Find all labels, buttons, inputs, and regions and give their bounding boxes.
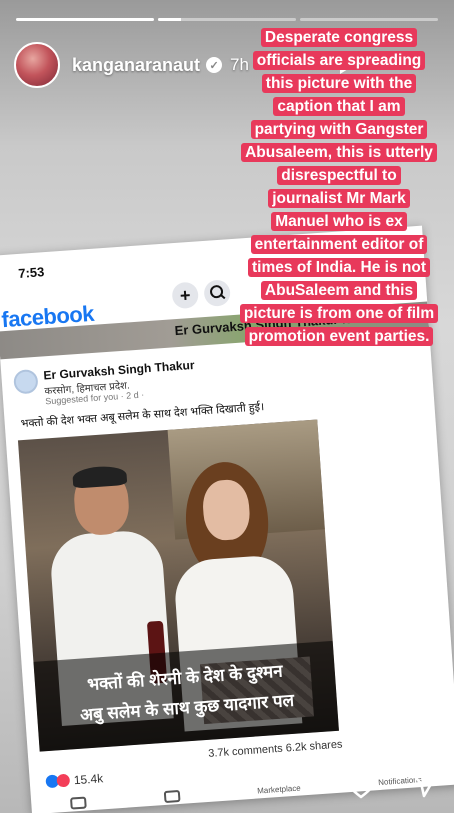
send-icon[interactable]	[408, 769, 440, 799]
love-icon	[56, 773, 71, 788]
caption-line-text: Abusaleem, this is utterly	[241, 143, 437, 162]
progress-segment	[158, 18, 296, 21]
username[interactable]: kanganaranaut	[72, 55, 200, 76]
progress-fill	[158, 18, 182, 21]
caption-line-text: promotion event parties.	[244, 327, 434, 346]
caption-line: times of India. He is not	[228, 256, 450, 279]
caption-line-text: entertainment editor of	[250, 235, 428, 254]
caption-line-text: Manuel who is ex	[271, 212, 407, 231]
caption-line: officials are spreading	[228, 49, 450, 72]
caption-line: picture is from one of film	[228, 302, 450, 325]
comments-count: 3.7k comments	[207, 742, 284, 760]
caption-line: this picture with the	[228, 72, 450, 95]
story-progress	[16, 18, 438, 21]
caption-line: partying with Gangster	[228, 118, 450, 141]
story-actions	[344, 769, 440, 799]
story-view: kanganaranaut ✓ 7h ••• 7:53 5G facebook …	[0, 0, 454, 813]
caption-line: Abusaleem, this is utterly	[228, 141, 450, 164]
caption-line-text: caption that I am	[273, 97, 405, 116]
plus-icon: +	[171, 281, 200, 310]
reaction-count: 15.4k	[45, 771, 104, 789]
caption-line-text: officials are spreading	[252, 51, 426, 70]
progress-segment	[300, 18, 438, 21]
caption-line: AbuSaleem and this	[228, 279, 450, 302]
caption-line: entertainment editor of	[228, 233, 450, 256]
caption-line-text: Desperate congress	[260, 28, 418, 47]
caption-line: promotion event parties.	[228, 325, 450, 348]
caption-line-text: partying with Gangster	[250, 120, 428, 139]
caption-line: caption that I am	[228, 95, 450, 118]
shares-count: 6.2k shares	[285, 738, 343, 755]
avatar[interactable]	[14, 42, 60, 88]
caption-line: journalist Mr Mark	[228, 187, 450, 210]
progress-segment	[16, 18, 154, 21]
progress-fill	[16, 18, 154, 21]
post-avatar	[13, 368, 39, 395]
caption-line: disrespectful to	[228, 164, 450, 187]
caption-line-text: disrespectful to	[277, 166, 401, 185]
reactions-value: 15.4k	[73, 771, 104, 788]
caption-line: Manuel who is ex	[228, 210, 450, 233]
verified-icon: ✓	[206, 57, 223, 73]
caption-line-text: this picture with the	[261, 74, 417, 93]
caption-line-text: picture is from one of film	[239, 304, 439, 323]
caption-line-text: times of India. He is not	[248, 258, 430, 277]
story-caption: Desperate congress officials are spreadin…	[228, 26, 450, 348]
search-icon	[203, 279, 232, 308]
friends-icon	[163, 789, 181, 804]
caption-line-text: journalist Mr Mark	[268, 189, 410, 208]
status-clock: 7:53	[17, 264, 45, 281]
nav-marketplace: Marketplace	[256, 783, 301, 796]
heart-icon[interactable]	[344, 769, 378, 799]
post-stats: 3.7k comments 6.2k shares	[208, 739, 343, 760]
caption-line: Desperate congress	[228, 26, 450, 49]
caption-line-text: AbuSaleem and this	[260, 281, 418, 300]
post-photo: भक्तों की शेरनी के देश के दुश्मन अबु सले…	[17, 419, 339, 752]
video-icon	[69, 796, 87, 810]
